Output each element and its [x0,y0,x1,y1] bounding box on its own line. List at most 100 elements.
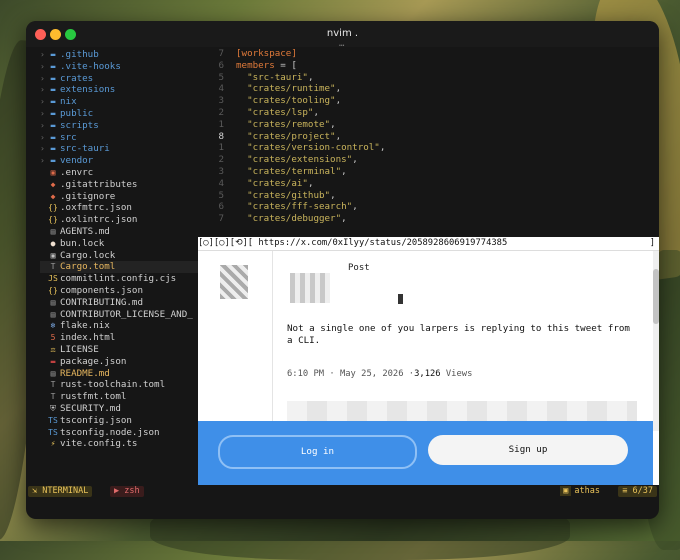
chevron-right-icon[interactable]: › [40,143,45,155]
tree-file[interactable]: Trustfmt.toml [40,391,208,403]
code-line[interactable]: 3 "crates/tooling", [208,95,659,107]
chevron-right-icon[interactable]: › [40,120,45,132]
tree-file[interactable]: ▤ README.md [40,368,208,380]
code-line[interactable]: 6 members = [ [208,60,659,72]
tree-file[interactable]: ▤ AGENTS.md [40,226,208,238]
tree-file[interactable]: ⚖ LICENSE [40,344,208,356]
file-icon: ⚡ [50,439,56,449]
code-line[interactable]: 7 [workspace] [208,48,659,60]
code-line[interactable]: 1 "crates/version-control", [208,142,659,154]
code-token: "crates/version-control" [247,142,380,154]
code-token: "crates/runtime" [247,83,336,95]
shell-badge[interactable]: ▶ zsh [110,486,144,497]
code-line[interactable]: 1 "crates/remote", [208,119,659,131]
tweet-text: Not a single one of you larpers is reply… [287,323,630,346]
chevron-right-icon[interactable]: › [40,49,45,61]
chevron-right-icon[interactable]: › [40,108,45,120]
tree-file[interactable]: ▤ CONTRIBUTING.md [40,297,208,309]
chevron-right-icon[interactable]: › [40,132,45,144]
tree-file[interactable]: {} components.json [40,285,208,297]
tree-file[interactable]: ❄ flake.nix [40,320,208,332]
scrollbar-thumb[interactable] [653,269,659,324]
window-title: nvim . [326,28,359,39]
url-bar-end: ] [649,238,655,248]
avatar[interactable] [220,265,248,299]
chevron-right-icon[interactable]: › [40,155,45,167]
code-line[interactable]: 2 "crates/lsp", [208,107,659,119]
project-badge[interactable]: ▣ athas [556,486,604,497]
chevron-right-icon[interactable]: › [40,96,45,108]
code-line[interactable]: 3 "crates/terminal", [208,166,659,178]
tree-folder[interactable]: › ▬ extensions [40,84,208,96]
tree-item-label: .oxlintrc.json [60,214,138,226]
tree-file[interactable]: ⛨ SECURITY.md [40,403,208,415]
tree-file[interactable]: ◆ .gitattributes [40,179,208,191]
tweet-meta: 6:10 PM · May 25, 2026 ·3,126 Views [287,369,472,379]
file-icon: ▣ [50,250,56,260]
author-name-pixelated[interactable] [290,273,330,303]
tree-folder[interactable]: › ▬ src [40,132,208,144]
tree-folder[interactable]: › ▬ public [40,108,208,120]
code-editor[interactable]: 7 [workspace] 6 members = [5 "src-tauri", 4 … [208,48,659,236]
code-line[interactable]: 6 "crates/fff-search", [208,201,659,213]
chevron-right-icon[interactable]: › [40,61,45,73]
code-line[interactable]: 2 "crates/extensions", [208,154,659,166]
tree-file[interactable]: ◆ .gitignore [40,191,208,203]
tree-item-label: vite.config.ts [60,438,138,450]
tree-file[interactable]: ▣ .envrc [40,167,208,179]
tree-folder[interactable]: › ▬ nix [40,96,208,108]
code-token: , [341,165,347,177]
line-number: 6 [218,59,224,71]
tree-item-label: src-tauri [60,143,110,155]
url-bar[interactable]: [◯][◯][⟲][ https://x.com/0xIlyy/status/2… [198,237,659,251]
url-text[interactable]: [◯][◯][⟲][ https://x.com/0xIlyy/status/2… [198,238,507,248]
code-token: "crates/remote" [247,118,331,130]
tree-file[interactable]: {} .oxlintrc.json [40,214,208,226]
tree-item-label: bun.lock [60,237,105,249]
tree-file[interactable]: ▣ Cargo.lock [40,250,208,262]
code-line[interactable]: 4 "crates/ai", [208,178,659,190]
login-button[interactable]: Log in [218,435,417,469]
code-line[interactable]: 4 "crates/runtime", [208,83,659,95]
tree-folder[interactable]: › ▬ src-tauri [40,143,208,155]
tree-file[interactable]: Trust-toolchain.toml [40,379,208,391]
views-label: Views [445,369,473,379]
tree-file[interactable]: ▤ CONTRIBUTOR_LICENSE_AND_ [40,309,208,321]
tree-folder[interactable]: › ▬ crates [40,73,208,85]
tree-file[interactable]: T Cargo.toml [40,261,208,274]
tree-file[interactable]: ▬ package.json [40,356,208,368]
scrollbar[interactable] [653,251,659,431]
file-icon: ▤ [50,226,56,236]
tree-file[interactable]: JS commitlint.config.cjs [40,273,208,285]
chevron-right-icon[interactable]: › [40,73,45,85]
terminal-mode-badge[interactable]: ⇲ NTERMINAL [28,486,93,497]
tree-folder[interactable]: › ▬ .github [40,49,208,61]
tree-file[interactable]: ⚡ vite.config.ts [40,438,208,450]
code-token: , [330,118,336,130]
code-line[interactable]: 8 "crates/project", [208,131,659,143]
code-token: "crates/debugger" [247,213,342,225]
tree-file[interactable]: {} .oxfmtrc.json [40,202,208,214]
line-number: 2 [218,106,224,118]
folder-icon: ▬ [50,156,56,166]
tree-file[interactable]: 5 index.html [40,332,208,344]
code-line[interactable]: 5 "src-tauri", [208,72,659,84]
tweet-panel: Post Not a single one of you larpers is … [198,251,653,421]
tree-folder[interactable]: › ▬ .vite-hooks [40,61,208,73]
file-icon: ▤ [50,368,56,378]
tree-file[interactable]: TS tsconfig.json [40,415,208,427]
engagement-bar[interactable] [287,401,637,421]
tree-folder[interactable]: › ▬ vendor [40,155,208,167]
code-line[interactable]: 5 "crates/github", [208,190,659,202]
tree-file[interactable]: ● bun.lock [40,238,208,250]
chevron-right-icon[interactable]: › [40,84,45,96]
signup-button[interactable]: Sign up [428,435,628,465]
tree-file[interactable]: TS tsconfig.node.json [40,427,208,439]
tree-item-label: .gitignore [60,190,116,202]
line-number: 1 [218,142,224,154]
tree-folder[interactable]: › ▬ scripts [40,120,208,132]
code-token: "crates/github" [247,189,331,201]
tweet-time[interactable]: 6:10 PM · May 25, 2026 · [287,369,414,379]
code-line[interactable]: 7 "crates/debugger", [208,213,659,225]
